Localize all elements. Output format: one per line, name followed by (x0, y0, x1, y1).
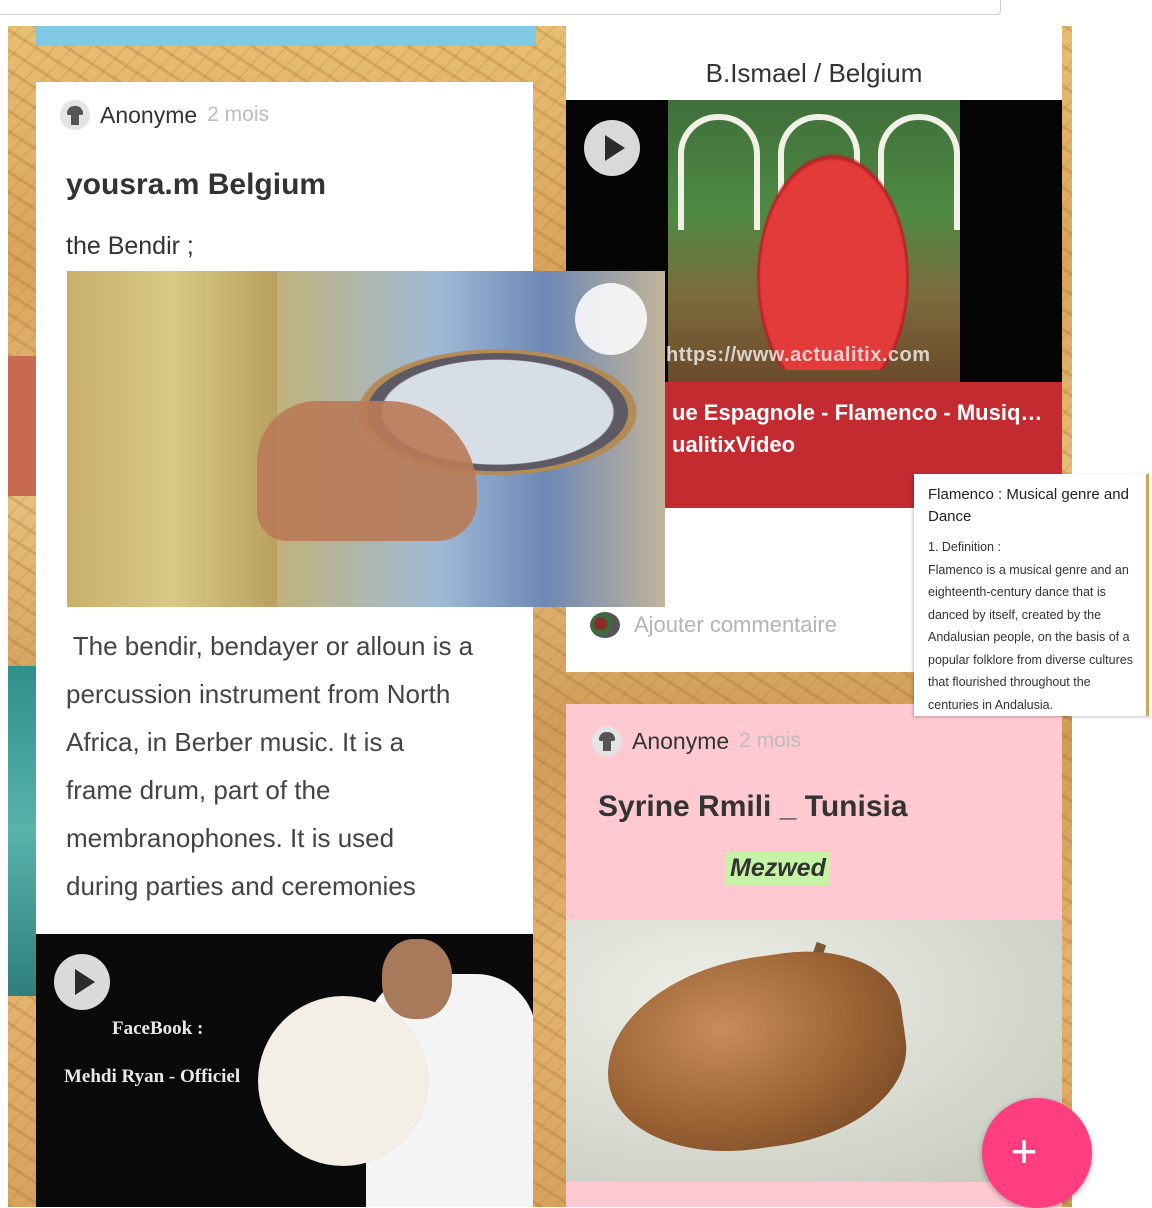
address-field-edge[interactable] (0, 0, 1001, 15)
video-overlay-text: Mehdi Ryan - Officiel (64, 1066, 241, 1087)
video-thumbnail-figure (382, 939, 452, 1019)
anonymous-avatar-icon (60, 100, 90, 130)
wall-texture-patch (8, 356, 38, 496)
highlighted-text: Mezwed (726, 852, 830, 885)
video-thumbnail (668, 100, 960, 382)
body-line: Africa, in Berber music. It is a (66, 727, 405, 757)
image-detail (67, 271, 277, 607)
post-title: yousra.m Belgium (66, 168, 327, 201)
video-watermark: https://www.actualitix.com (666, 344, 931, 366)
body-line: The bendir, bendayer or alloun is a (66, 631, 474, 661)
info-definition: 1. Definition : Flamenco is a musical ge… (928, 536, 1143, 716)
definition-text: Flamenco is a musical genre and an eight… (928, 562, 1133, 712)
add-post-button[interactable]: + (982, 1098, 1092, 1208)
plus-icon: + (1010, 1125, 1038, 1177)
post-subtitle: the Bendir ; (66, 232, 194, 260)
post-author: Anonyme 2 mois (592, 726, 801, 756)
background-edge (1146, 474, 1149, 716)
info-popup: Flamenco : Musical genre and Dance 1. De… (914, 474, 1152, 716)
author-name: Anonyme (100, 101, 198, 128)
add-comment-button[interactable]: Ajouter commentaire (590, 612, 837, 638)
info-heading: Flamenco : Musical genre and Dance (928, 486, 1129, 525)
body-line: during parties and ceremonies (66, 871, 416, 901)
video-source: ualitixVideo (672, 432, 796, 457)
author-name: Anonyme (632, 727, 730, 754)
play-button-icon[interactable] (54, 954, 110, 1010)
post-time: 2 mois (739, 729, 802, 752)
add-comment-label: Ajouter commentaire (634, 612, 837, 637)
video-thumbnail-drum (258, 996, 428, 1166)
play-button-icon[interactable] (584, 120, 640, 176)
post-title: B.Ismael / Belgium (705, 58, 923, 88)
wall-texture-patch (36, 26, 536, 46)
image-detail (257, 401, 477, 541)
video-overlay-text: FaceBook : (112, 1018, 204, 1039)
body-line: frame drum, part of the (66, 775, 331, 805)
post-time: 2 mois (207, 103, 270, 126)
body-line: membranophones. It is used (66, 823, 395, 853)
bendir-image[interactable] (67, 271, 665, 607)
definition-label: 1. Definition : (928, 540, 1001, 554)
comment-user-icon (590, 612, 620, 638)
video-title[interactable]: ue Espagnole - Flamenco - Musiq… (672, 400, 1042, 426)
image-detail (594, 938, 918, 1168)
video-embed-bendir-player[interactable]: FaceBook : Mehdi Ryan - Officiel (36, 934, 533, 1207)
post-body: The bendir, bendayer or alloun is a perc… (66, 622, 526, 910)
post-title: Syrine Rmili _ Tunisia (598, 790, 908, 823)
thumbnail-dancer (748, 140, 918, 370)
image-watermark-logo (575, 283, 647, 355)
anonymous-avatar-icon (592, 726, 622, 756)
post-author: Anonyme 2 mois (60, 100, 269, 130)
body-line: percussion instrument from North (66, 679, 451, 709)
browser-top-bar (0, 0, 1152, 22)
